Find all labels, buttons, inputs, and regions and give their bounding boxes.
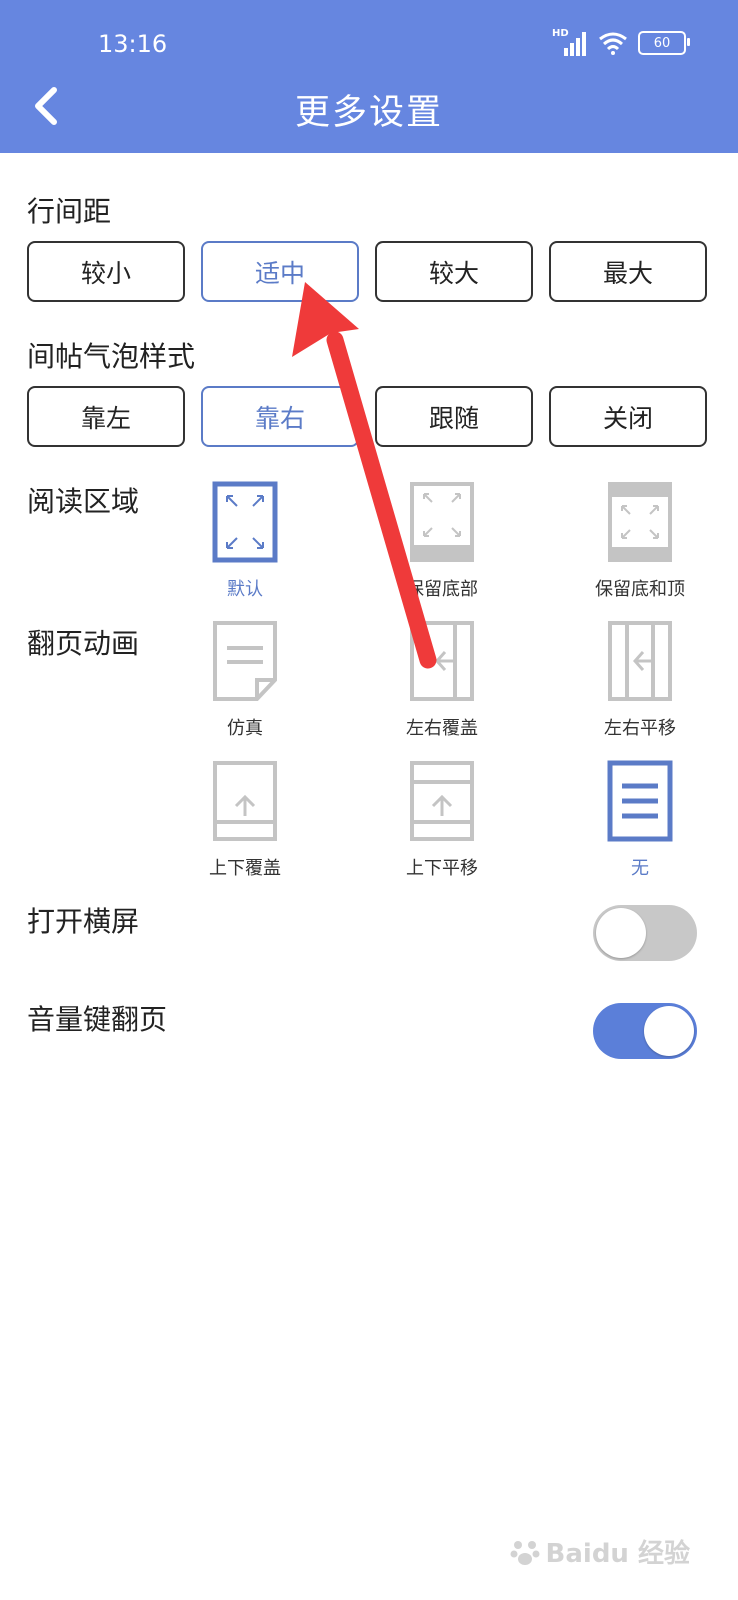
reading-area-default-label: 默认	[227, 579, 263, 600]
page-title: 更多设置	[294, 93, 443, 133]
line-spacing-small-button[interactable]: 较小	[27, 241, 185, 302]
up-down-cover-icon	[213, 761, 277, 841]
toggle-knob	[644, 1006, 694, 1056]
reading-area-default-option[interactable]: 默认	[185, 481, 305, 601]
paw-logo-icon	[510, 1540, 540, 1565]
anim-none-option[interactable]: 无	[580, 760, 700, 880]
keep-top-bottom-area-icon	[608, 482, 672, 562]
left-right-cover-icon	[410, 621, 474, 701]
line-spacing-large-button[interactable]: 较大	[375, 241, 533, 302]
reading-area-label: 阅读区域	[27, 485, 140, 518]
anim-ud-cover-option[interactable]: 上下覆盖	[185, 760, 305, 880]
reading-area-keep-both-label: 保留底和顶	[595, 579, 685, 600]
status-icons: HD 60	[552, 28, 690, 56]
page-curl-icon	[213, 621, 277, 701]
fullscreen-area-icon	[212, 481, 278, 563]
watermark-text: Baidu 经验	[545, 1539, 690, 1569]
reading-area-keep-both-option[interactable]: 保留底和顶	[580, 481, 700, 601]
bubble-left-button[interactable]: 靠左	[27, 386, 185, 447]
line-spacing-medium-button[interactable]: 适中	[201, 241, 359, 302]
no-animation-icon	[607, 760, 673, 842]
anim-ud-cover-label: 上下覆盖	[209, 858, 281, 879]
reading-area-keep-bottom-option[interactable]: 保留底部	[382, 481, 502, 601]
baidu-watermark: Baidu 经验	[510, 1533, 690, 1570]
volume-keys-toggle[interactable]	[593, 1003, 697, 1059]
anim-ud-slide-option[interactable]: 上下平移	[382, 760, 502, 880]
bubble-right-button[interactable]: 靠右	[201, 386, 359, 447]
landscape-label: 打开横屏	[27, 905, 140, 938]
landscape-toggle[interactable]	[593, 905, 697, 961]
toggle-knob	[596, 908, 646, 958]
line-spacing-max-button[interactable]: 最大	[549, 241, 707, 302]
anim-none-label: 无	[631, 858, 649, 879]
bubble-follow-button[interactable]: 跟随	[375, 386, 533, 447]
anim-lr-slide-label: 左右平移	[604, 718, 676, 739]
battery-icon: 60	[638, 31, 690, 55]
anim-lr-cover-option[interactable]: 左右覆盖	[382, 620, 502, 740]
volume-keys-label: 音量键翻页	[27, 1003, 168, 1036]
up-down-slide-icon	[410, 761, 474, 841]
anim-lr-cover-label: 左右覆盖	[406, 718, 478, 739]
header-bar: 13:16 HD 60 更多设置	[0, 0, 738, 153]
line-spacing-label: 行间距	[27, 195, 112, 228]
anim-simulation-label: 仿真	[227, 718, 263, 739]
bubble-off-button[interactable]: 关闭	[549, 386, 707, 447]
reading-area-keep-bottom-label: 保留底部	[406, 579, 478, 600]
bubble-style-label: 间帖气泡样式	[27, 340, 196, 373]
battery-level: 60	[653, 35, 671, 51]
anim-lr-slide-option[interactable]: 左右平移	[580, 620, 700, 740]
keep-bottom-area-icon	[410, 482, 474, 562]
anim-ud-slide-label: 上下平移	[406, 858, 478, 879]
left-right-slide-icon	[608, 621, 672, 701]
network-type: HD	[552, 28, 569, 39]
page-anim-label: 翻页动画	[27, 627, 140, 660]
anim-simulation-option[interactable]: 仿真	[185, 620, 305, 740]
wifi-icon	[599, 32, 627, 55]
status-time: 13:16	[98, 30, 168, 58]
signal-icon: HD	[552, 28, 588, 56]
